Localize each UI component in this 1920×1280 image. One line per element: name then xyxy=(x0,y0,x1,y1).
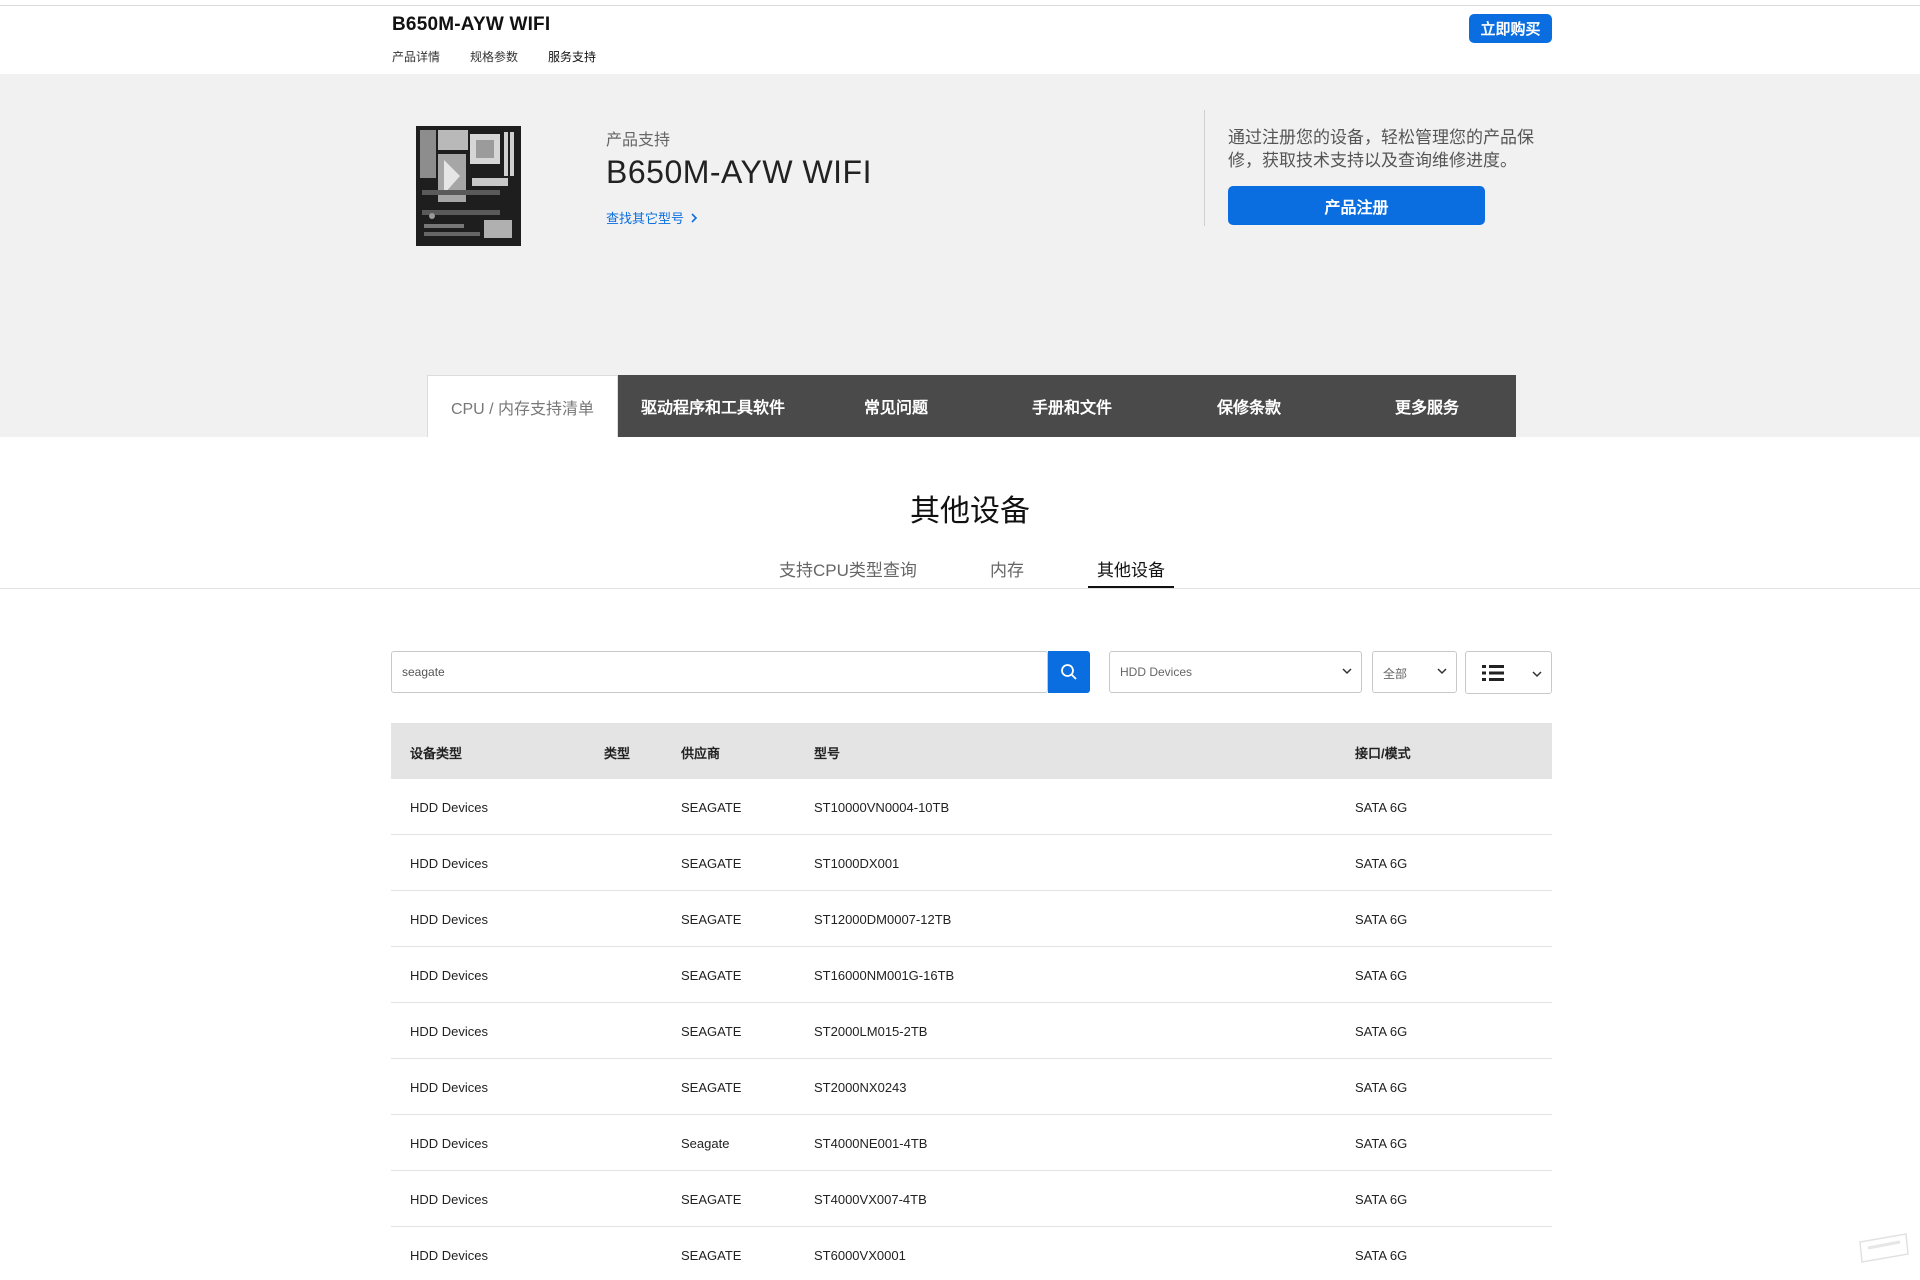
cell-model: ST16000NM001G-16TB xyxy=(814,968,955,983)
table-row: HDD Devices SEAGATE ST6000VX0001 SATA 6G xyxy=(391,1227,1552,1280)
subtab-memory[interactable]: 内存 xyxy=(990,556,1024,588)
device-type-value: HDD Devices xyxy=(1120,665,1193,679)
product-register-button[interactable]: 产品注册 xyxy=(1228,186,1485,225)
cell-interface: SATA 6G xyxy=(1355,1192,1408,1207)
table-row: HDD Devices Seagate ST4000NE001-4TB SATA 6G xyxy=(391,1115,1552,1171)
device-type-select[interactable]: HDD Devices xyxy=(1109,651,1362,693)
chevron-right-icon xyxy=(691,212,698,223)
hero-eyebrow: 产品支持 xyxy=(606,132,671,149)
cell-model: ST6000VX0001 xyxy=(814,1248,906,1263)
watermark-logo xyxy=(1859,1233,1909,1263)
cell-interface: SATA 6G xyxy=(1355,800,1408,815)
section-title: 其他设备 xyxy=(910,495,1030,528)
cell-model: ST4000VX007-4TB xyxy=(814,1192,927,1207)
cell-device-type: HDD Devices xyxy=(410,1248,489,1263)
cell-interface: SATA 6G xyxy=(1355,1080,1408,1095)
support-tabbar: CPU / 内存支持清单 驱动程序和工具软件 常见问题 手册和文件 保修条款 更… xyxy=(427,375,1516,437)
cell-device-type: HDD Devices xyxy=(410,1080,489,1095)
subtab-other-devices[interactable]: 其他设备 xyxy=(1088,556,1174,588)
cell-interface: SATA 6G xyxy=(1355,968,1408,983)
cell-model: ST4000NE001-4TB xyxy=(814,1136,928,1151)
cell-vendor: SEAGATE xyxy=(681,1024,742,1039)
find-other-models-label: 查找其它型号 xyxy=(606,211,685,226)
product-header: B650M-AYW WIFI 产品详情 规格参数 服务支持 立即购买 xyxy=(0,6,1920,74)
tab-cpu-memory-list[interactable]: CPU / 内存支持清单 xyxy=(427,375,618,437)
cell-device-type: HDD Devices xyxy=(410,856,489,871)
table-row: HDD Devices SEAGATE ST1000DX001 SATA 6G xyxy=(391,835,1552,891)
table-row: HDD Devices SEAGATE ST2000LM015-2TB SATA 6G xyxy=(391,1003,1552,1059)
cell-interface: SATA 6G xyxy=(1355,912,1408,927)
search-input[interactable]: seagate xyxy=(391,651,1048,693)
cell-vendor: SEAGATE xyxy=(681,1080,742,1095)
table-body: HDD Devices SEAGATE ST10000VN0004-10TB SATA… xyxy=(391,779,1552,1280)
hero-divider xyxy=(1204,110,1205,226)
view-mode-toggle[interactable] xyxy=(1465,651,1552,694)
cell-device-type: HDD Devices xyxy=(410,1136,489,1151)
table-header: 设备类型 类型 供应商 型号 接口/模式 xyxy=(391,723,1552,779)
cell-interface: SATA 6G xyxy=(1355,1136,1408,1151)
col-device-type: 设备类型 xyxy=(410,746,463,761)
nav-product-details[interactable]: 产品详情 xyxy=(392,48,440,65)
table-row: HDD Devices SEAGATE ST10000VN0004-10TB SATA… xyxy=(391,779,1552,835)
tab-warranty[interactable]: 保修条款 xyxy=(1160,375,1338,437)
chevron-down-icon xyxy=(1532,671,1542,678)
nav-specs[interactable]: 规格参数 xyxy=(470,48,518,65)
subtab-bar: 支持CPU类型查询 内存 其他设备 xyxy=(0,552,1920,589)
header-nav: 产品详情 规格参数 服务支持 xyxy=(392,48,596,65)
cell-vendor: SEAGATE xyxy=(681,1192,742,1207)
cell-interface: SATA 6G xyxy=(1355,856,1408,871)
col-interface: 接口/模式 xyxy=(1355,746,1411,761)
cell-device-type: HDD Devices xyxy=(410,968,489,983)
tab-more-services[interactable]: 更多服务 xyxy=(1338,375,1516,437)
cell-device-type: HDD Devices xyxy=(410,912,489,927)
cell-vendor: SEAGATE xyxy=(681,968,742,983)
chevron-down-icon xyxy=(1437,668,1447,675)
cell-interface: SATA 6G xyxy=(1355,1024,1408,1039)
motherboard-image xyxy=(416,126,521,246)
header-model-name: B650M-AYW WIFI xyxy=(392,14,551,35)
table-row: HDD Devices SEAGATE ST12000DM0007-12TB SATA… xyxy=(391,891,1552,947)
cell-interface: SATA 6G xyxy=(1355,1248,1408,1263)
table-row: HDD Devices SEAGATE ST16000NM001G-16TB SATA… xyxy=(391,947,1552,1003)
cell-model: ST2000NX0243 xyxy=(814,1080,907,1095)
cell-vendor: SEAGATE xyxy=(681,1248,742,1263)
chevron-down-icon xyxy=(1342,668,1352,675)
buy-now-button[interactable]: 立即购买 xyxy=(1469,14,1552,43)
cell-vendor: Seagate xyxy=(681,1136,730,1151)
subtab-cpu-support[interactable]: 支持CPU类型查询 xyxy=(779,556,917,588)
cell-model: ST12000DM0007-12TB xyxy=(814,912,952,927)
search-icon xyxy=(1061,664,1077,680)
tab-faq[interactable]: 常见问题 xyxy=(808,375,984,437)
tab-manuals[interactable]: 手册和文件 xyxy=(984,375,1160,437)
cell-device-type: HDD Devices xyxy=(410,1192,489,1207)
col-model: 型号 xyxy=(814,746,841,761)
device-table: 设备类型 类型 供应商 型号 接口/模式 HDD Devices SEAGATE S… xyxy=(391,723,1552,1280)
range-select[interactable]: 全部 xyxy=(1372,651,1457,693)
cell-device-type: HDD Devices xyxy=(410,800,489,815)
cell-model: ST10000VN0004-10TB xyxy=(814,800,950,815)
cell-model: ST1000DX001 xyxy=(814,856,900,871)
tab-drivers-tools[interactable]: 驱动程序和工具软件 xyxy=(618,375,808,437)
search-input-value: seagate xyxy=(402,665,445,679)
range-select-value: 全部 xyxy=(1383,667,1408,681)
cell-model: ST2000LM015-2TB xyxy=(814,1024,928,1039)
cell-vendor: SEAGATE xyxy=(681,856,742,871)
col-type: 类型 xyxy=(604,746,631,761)
register-description: 通过注册您的设备，轻松管理您的产品保修，获取技术支持以及查询维修进度。 xyxy=(1228,128,1534,170)
find-other-models-link[interactable]: 查找其它型号 xyxy=(606,208,698,227)
col-vendor: 供应商 xyxy=(681,746,721,761)
cell-vendor: SEAGATE xyxy=(681,800,742,815)
cell-vendor: SEAGATE xyxy=(681,912,742,927)
list-view-icon xyxy=(1482,665,1504,681)
hero-product-title: B650M-AYW WIFI xyxy=(606,154,872,190)
table-row: HDD Devices SEAGATE ST2000NX0243 SATA 6G xyxy=(391,1059,1552,1115)
search-button[interactable] xyxy=(1048,651,1090,693)
cell-device-type: HDD Devices xyxy=(410,1024,489,1039)
table-row: HDD Devices SEAGATE ST4000VX007-4TB SATA 6G xyxy=(391,1171,1552,1227)
nav-support[interactable]: 服务支持 xyxy=(548,48,596,65)
